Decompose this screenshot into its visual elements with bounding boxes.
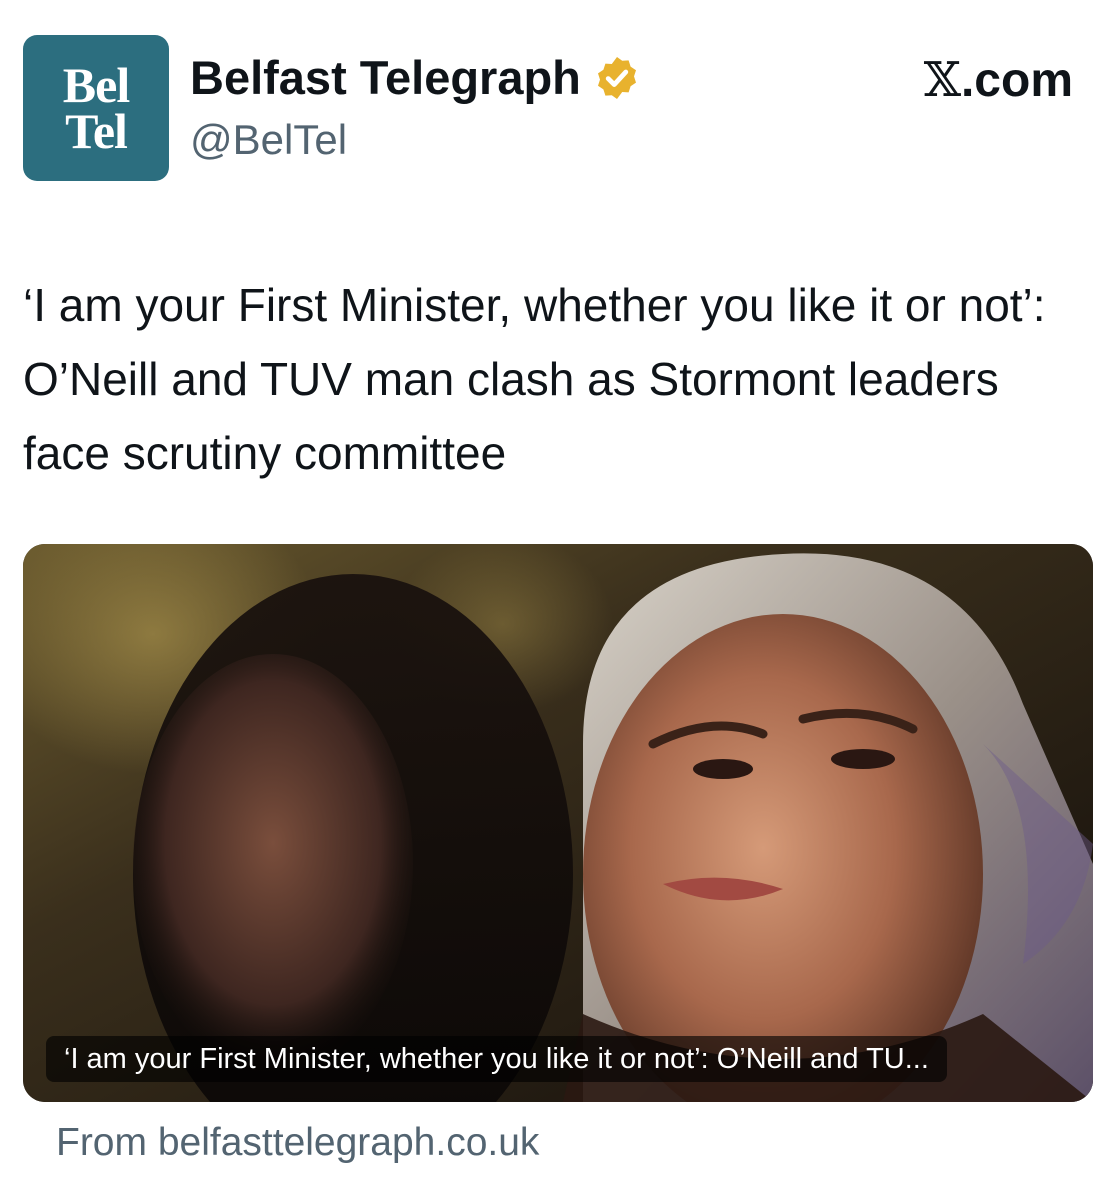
x-domain-suffix: .com (960, 54, 1073, 107)
avatar-text-line1: Bel (62, 57, 130, 113)
x-com-logo: 𝕏.com (924, 52, 1073, 109)
tweet-screenshot: Bel Tel Belfast Telegraph @BelTel 𝕏.com … (0, 0, 1117, 1200)
account-avatar[interactable]: Bel Tel (23, 35, 169, 181)
account-name-row: Belfast Telegraph (190, 50, 641, 106)
avatar-text-line2: Tel (65, 103, 128, 159)
tweet-text: ‘I am your First Minister, whether you l… (23, 279, 1046, 479)
link-card[interactable]: ‘I am your First Minister, whether you l… (23, 544, 1093, 1102)
news-photo-image (23, 544, 1093, 1102)
link-card-caption: ‘I am your First Minister, whether you l… (46, 1036, 947, 1082)
link-card-source[interactable]: From belfasttelegraph.co.uk (56, 1118, 539, 1168)
x-logo-icon: 𝕏 (923, 52, 961, 108)
verified-badge-icon (597, 57, 636, 99)
account-display-name[interactable]: Belfast Telegraph (190, 50, 581, 106)
account-handle[interactable]: @BelTel (190, 114, 347, 166)
